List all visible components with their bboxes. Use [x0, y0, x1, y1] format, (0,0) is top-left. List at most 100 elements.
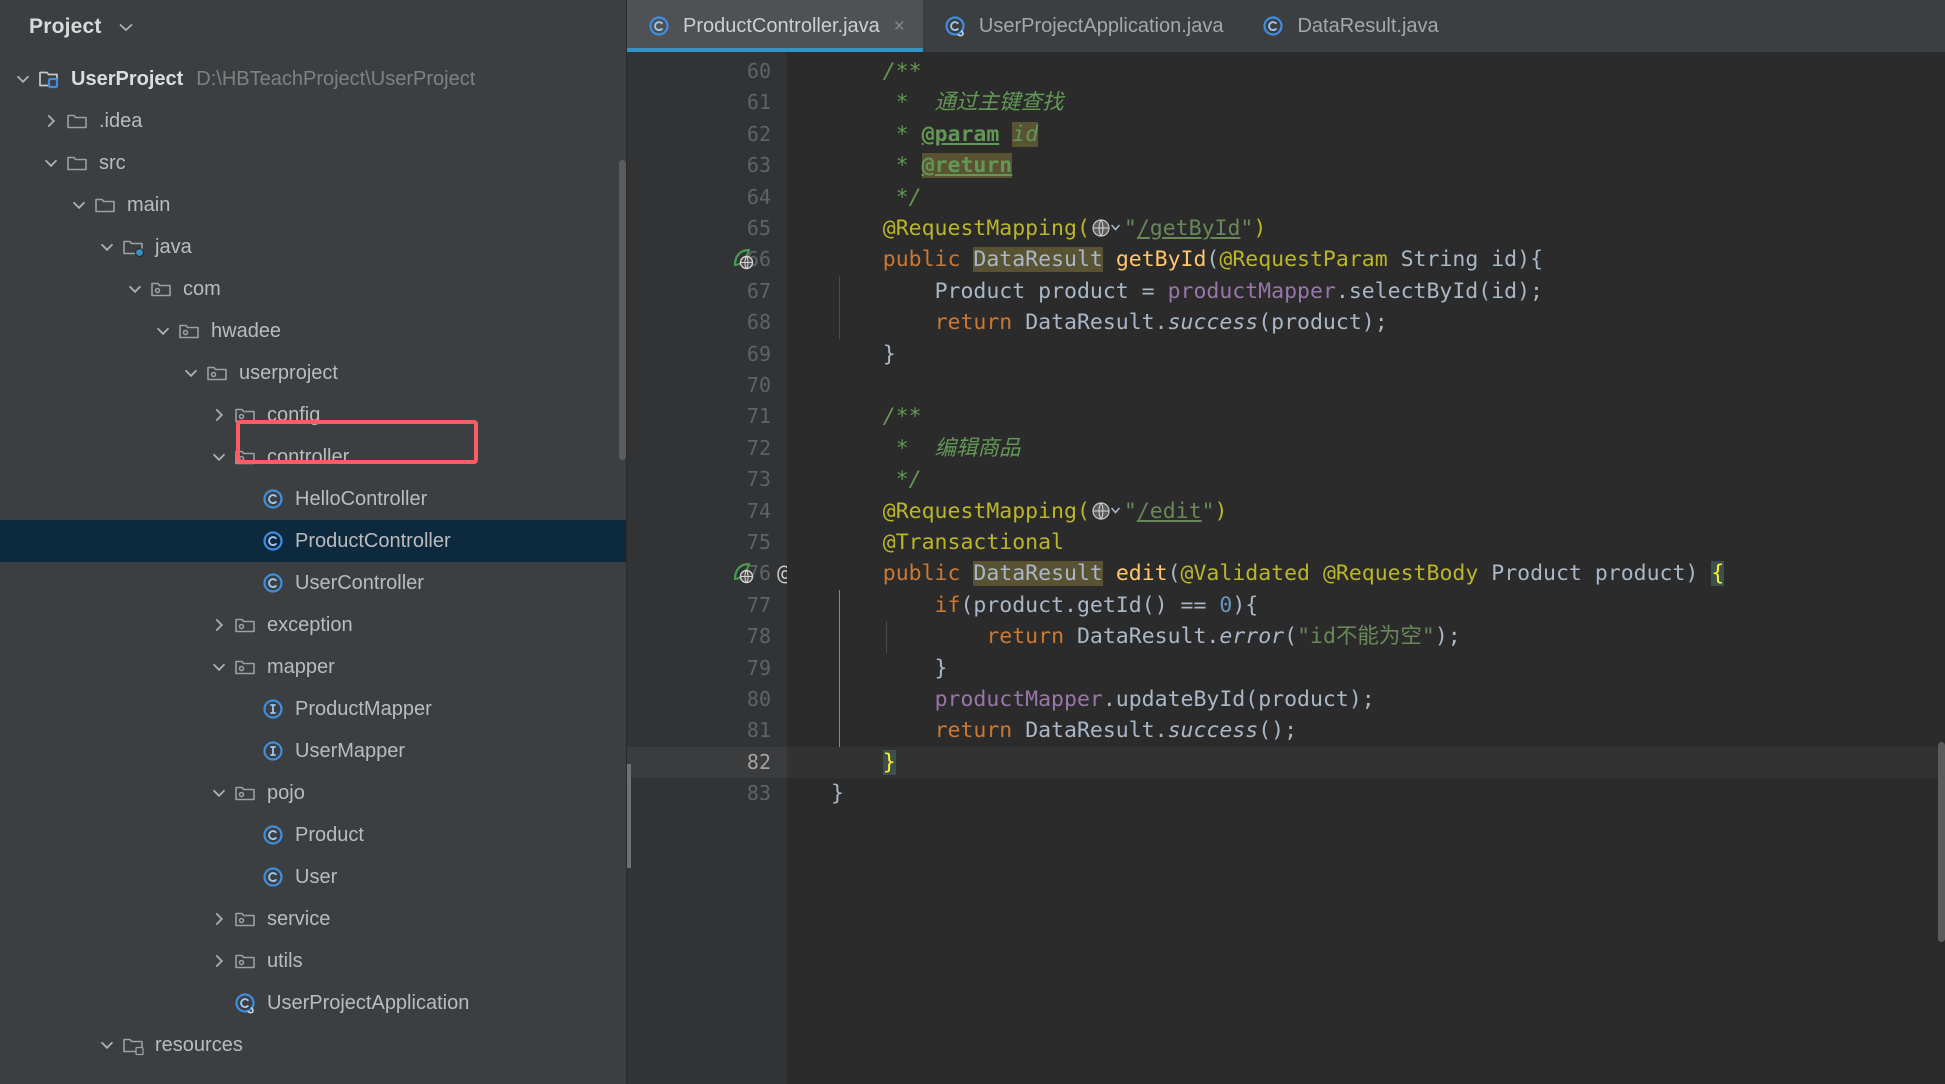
chevron-right-icon[interactable]: [206, 612, 232, 638]
code-line[interactable]: * @param id: [787, 119, 1945, 150]
indent-guide: [839, 275, 840, 339]
line-number: 63: [746, 153, 771, 178]
code-text-area[interactable]: /** * 通过主键查找 * @param id * @return */ @R…: [787, 52, 1945, 1084]
tree-item--idea[interactable]: .idea: [0, 100, 626, 142]
code-line[interactable]: @Transactional: [787, 527, 1945, 558]
code-line[interactable]: @RequestMapping("/edit"): [787, 496, 1945, 527]
code-line[interactable]: return DataResult.error("id不能为空");: [787, 621, 1945, 652]
tree-item-main[interactable]: main: [0, 184, 626, 226]
line-number: 69: [746, 341, 771, 366]
tree-item-product[interactable]: Product: [0, 814, 626, 856]
code-line[interactable]: if(product.getId() == 0){: [787, 590, 1945, 621]
sidebar-scrollbar[interactable]: [619, 160, 626, 460]
tree-item-productmapper[interactable]: ProductMapper: [0, 688, 626, 730]
tree-item-com[interactable]: com: [0, 268, 626, 310]
tree-item-userproject[interactable]: UserProject D:\HBTeachProject\UserProject: [0, 58, 626, 100]
chevron-down-icon[interactable]: [178, 360, 204, 386]
line-number: 61: [746, 90, 771, 115]
tree-item-pojo[interactable]: pojo: [0, 772, 626, 814]
tree-item-src[interactable]: src: [0, 142, 626, 184]
tree-item-userproject[interactable]: userproject: [0, 352, 626, 394]
line-number: 75: [746, 530, 771, 554]
project-tree[interactable]: UserProject D:\HBTeachProject\UserProject…: [0, 54, 626, 1066]
chevron-down-icon[interactable]: [206, 780, 232, 806]
tree-item-usermapper[interactable]: UserMapper: [0, 730, 626, 772]
project-tool-window[interactable]: Project UserProject D:\HBTeachProject\Use…: [0, 0, 627, 1084]
code-line[interactable]: * @return: [787, 150, 1945, 181]
code-line[interactable]: public DataResult edit(@Validated @Reque…: [787, 558, 1945, 589]
editor-pane: ProductController.java × UserProjectApplic…: [627, 0, 1945, 1084]
code-line[interactable]: return DataResult.success();: [787, 715, 1945, 746]
chevron-down-icon[interactable]: [38, 150, 64, 176]
tree-item-controller[interactable]: controller: [0, 436, 626, 478]
tree-item-label: mapper: [267, 655, 335, 678]
editor-tab-dataresult[interactable]: DataResult.java: [1241, 0, 1456, 52]
code-line[interactable]: }: [787, 339, 1945, 370]
tree-arrow-placeholder: [206, 990, 232, 1016]
tree-item-label: UserController: [295, 571, 424, 594]
chevron-down-icon[interactable]: [94, 1032, 120, 1058]
code-line[interactable]: /**: [787, 56, 1945, 87]
editor-scrollbar-thumb[interactable]: [1938, 742, 1945, 942]
request-mapping-globe-icon[interactable]: [1090, 500, 1124, 522]
tree-item-label: service: [267, 907, 331, 930]
tree-item-label: java: [155, 235, 192, 258]
code-line[interactable]: * 通过主键查找: [787, 87, 1945, 118]
code-line[interactable]: Product product = productMapper.selectBy…: [787, 276, 1945, 307]
tree-item-mapper[interactable]: mapper: [0, 646, 626, 688]
code-line[interactable]: [787, 370, 1945, 401]
code-line[interactable]: */: [787, 464, 1945, 495]
code-line[interactable]: */: [787, 182, 1945, 213]
java-class-icon: [647, 14, 671, 38]
chevron-down-icon[interactable]: [122, 276, 148, 302]
code-line[interactable]: }: [787, 653, 1945, 684]
chevron-down-icon[interactable]: [94, 234, 120, 260]
spring-request-mapping-globe-icon[interactable]: [731, 247, 755, 271]
editor-tab-productcontroller[interactable]: ProductController.java ×: [627, 0, 923, 52]
code-line[interactable]: @RequestMapping("/getById"): [787, 213, 1945, 244]
chevron-down-icon[interactable]: [116, 17, 136, 37]
tree-item-config[interactable]: config: [0, 394, 626, 436]
code-line[interactable]: return DataResult.success(product);: [787, 307, 1945, 338]
code-line[interactable]: }: [787, 778, 1945, 809]
code-line[interactable]: productMapper.updateById(product);: [787, 684, 1945, 715]
package-icon: [232, 654, 258, 680]
tree-item-usercontroller[interactable]: UserController: [0, 562, 626, 604]
request-mapping-globe-icon[interactable]: [1090, 217, 1124, 239]
chevron-right-icon[interactable]: [206, 906, 232, 932]
tree-item-productcontroller[interactable]: ProductController: [0, 520, 626, 562]
line-number: 79: [746, 655, 771, 680]
tree-item-java[interactable]: java: [0, 226, 626, 268]
chevron-down-icon[interactable]: [66, 192, 92, 218]
chevron-down-icon[interactable]: [10, 66, 36, 92]
chevron-down-icon[interactable]: [150, 318, 176, 344]
editor-tab-label: UserProjectApplication.java: [978, 14, 1224, 37]
close-icon[interactable]: ×: [894, 17, 905, 36]
chevron-right-icon[interactable]: [38, 108, 64, 134]
tree-item-service[interactable]: service: [0, 898, 626, 940]
code-line[interactable]: /**: [787, 401, 1945, 432]
tree-item-userprojectapplication[interactable]: UserProjectApplication: [0, 982, 626, 1024]
chevron-down-icon[interactable]: [206, 654, 232, 680]
chevron-right-icon[interactable]: [206, 402, 232, 428]
spring-request-mapping-globe-icon[interactable]: [731, 561, 755, 585]
project-module-icon: [36, 66, 62, 92]
tree-item-user[interactable]: User: [0, 856, 626, 898]
tree-item-utils[interactable]: utils: [0, 940, 626, 982]
tree-item-hellocontroller[interactable]: HelloController: [0, 478, 626, 520]
tree-item-resources[interactable]: resources: [0, 1024, 626, 1066]
editor-scrollbar-track[interactable]: [1938, 52, 1945, 1084]
code-line[interactable]: * 编辑商品: [787, 433, 1945, 464]
code-line[interactable]: public DataResult getById(@RequestParam …: [787, 244, 1945, 275]
tree-item-hwadee[interactable]: hwadee: [0, 310, 626, 352]
code-line[interactable]: }: [787, 747, 1945, 778]
editor-tab-userprojectapplication[interactable]: UserProjectApplication.java: [923, 0, 1242, 52]
chevron-right-icon[interactable]: [206, 948, 232, 974]
editor-tab-bar[interactable]: ProductController.java × UserProjectApplic…: [627, 0, 1945, 52]
project-panel-title: Project: [29, 15, 102, 38]
project-panel-header[interactable]: Project: [0, 0, 626, 54]
tree-item-label: utils: [267, 949, 303, 972]
chevron-down-icon[interactable]: [206, 444, 232, 470]
tree-item-exception[interactable]: exception: [0, 604, 626, 646]
editor-gutter[interactable]: 60 61 62 63 64 65 66 67 68 69 70 71 72 73 74 75 76 77 78 79…: [627, 52, 790, 1084]
